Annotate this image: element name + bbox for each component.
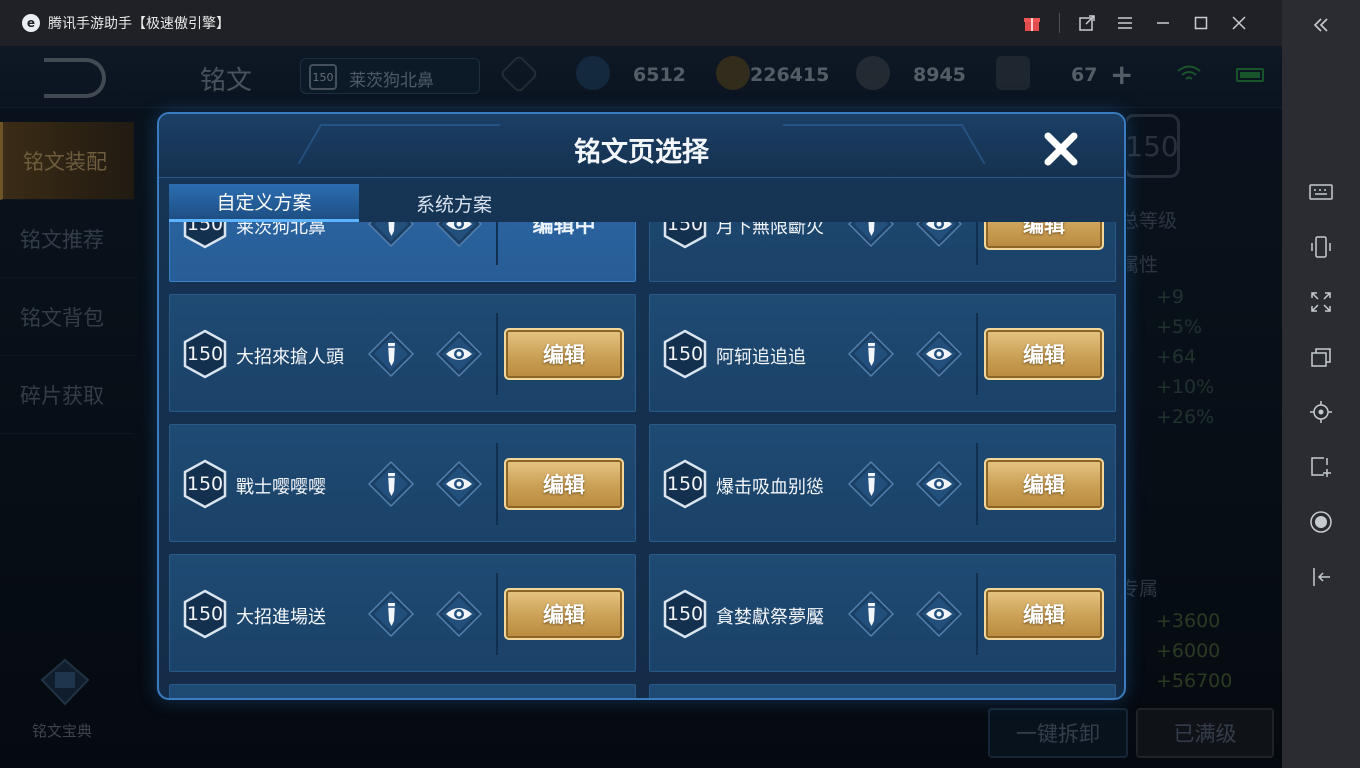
record-icon[interactable]: [1306, 507, 1336, 537]
edit-button[interactable]: 编辑: [984, 222, 1104, 250]
rune-page-card[interactable]: 150 貪婪獻祭夢魘 编辑: [649, 554, 1116, 672]
maximize-icon[interactable]: [1182, 0, 1220, 46]
rune-page-list[interactable]: 150 莱茨狗北鼻 编辑中 150 月下無限斷火 编辑 150 大招來搶人頭 编…: [169, 222, 1119, 698]
tab-custom[interactable]: 自定义方案: [169, 184, 359, 222]
preview-eye-icon[interactable]: [914, 329, 964, 379]
edit-button[interactable]: 编辑: [504, 588, 624, 640]
modal-title: 铭文页选择: [574, 137, 709, 168]
card-divider: [496, 443, 498, 525]
rename-pencil-icon[interactable]: [366, 459, 416, 509]
preview-eye-icon[interactable]: [434, 459, 484, 509]
preview-eye-icon[interactable]: [434, 222, 484, 249]
editing-status-label[interactable]: 编辑中: [504, 222, 624, 250]
page-name: 爆击吸血别慫: [716, 477, 824, 498]
page-name: 戰士嘤嘤嘤: [236, 477, 326, 498]
rename-pencil-icon[interactable]: [366, 222, 416, 249]
page-level: 150: [186, 343, 224, 365]
card-divider: [976, 313, 978, 395]
menu-icon[interactable]: [1106, 0, 1144, 46]
edit-button[interactable]: 编辑: [984, 328, 1104, 380]
tab-system[interactable]: 系统方案: [359, 184, 549, 222]
card-divider: [496, 573, 498, 655]
rename-pencil-icon[interactable]: [846, 589, 896, 639]
modal-header: 铭文页选择: [159, 114, 1124, 178]
rune-page-card[interactable]: 150 戰士嘤嘤嘤 编辑: [169, 424, 636, 542]
rename-pencil-icon[interactable]: [366, 589, 416, 639]
page-level: 150: [666, 603, 704, 625]
edit-button[interactable]: 编辑: [504, 458, 624, 510]
titlebar-separator: [1059, 13, 1060, 33]
page-name: 貪婪獻祭夢魘: [716, 607, 824, 628]
rune-page-card[interactable]: 150 阿轲追追追 编辑: [649, 294, 1116, 412]
page-level: 150: [666, 473, 704, 495]
rename-pencil-icon[interactable]: [846, 329, 896, 379]
rune-page-card[interactable]: 150 大招來搶人頭 编辑: [169, 294, 636, 412]
preview-eye-icon[interactable]: [914, 589, 964, 639]
preview-eye-icon[interactable]: [914, 459, 964, 509]
rename-pencil-icon[interactable]: [366, 329, 416, 379]
gift-icon[interactable]: [1013, 0, 1051, 46]
edit-button[interactable]: 编辑: [504, 328, 624, 380]
page-level: 150: [186, 603, 224, 625]
app-logo-icon: e: [22, 14, 40, 32]
page-level: 150: [666, 222, 704, 235]
minimize-icon[interactable]: [1144, 0, 1182, 46]
rune-page-card[interactable]: 150 月下無限斷火 编辑: [649, 222, 1116, 282]
emulator-titlebar: e 腾讯手游助手【极速傲引擎】: [0, 0, 1282, 46]
card-divider: [976, 573, 978, 655]
page-name: 阿轲追追追: [716, 347, 806, 368]
rename-pencil-icon[interactable]: [846, 222, 896, 249]
collapse-sidebar-icon[interactable]: [1306, 10, 1336, 40]
page-name: 大招進場送: [236, 607, 326, 628]
page-level: 150: [666, 343, 704, 365]
exit-icon[interactable]: [1306, 562, 1336, 592]
preview-eye-icon[interactable]: [914, 222, 964, 249]
card-divider: [496, 313, 498, 395]
locate-icon[interactable]: [1306, 397, 1336, 427]
modal-tabs: 自定义方案 系统方案: [169, 178, 1109, 222]
fullscreen-icon[interactable]: [1306, 287, 1336, 317]
rune-page-select-modal: 铭文页选择 自定义方案 系统方案 150 莱茨狗北鼻 编辑中 150 月下無限斷…: [157, 112, 1126, 700]
edit-button[interactable]: 编辑: [984, 458, 1104, 510]
page-name: 莱茨狗北鼻: [236, 222, 326, 238]
page-level: 150: [186, 222, 224, 235]
preview-eye-icon[interactable]: [434, 589, 484, 639]
preview-eye-icon[interactable]: [434, 329, 484, 379]
rename-pencil-icon[interactable]: [846, 459, 896, 509]
edit-button[interactable]: 编辑: [984, 588, 1104, 640]
page-name: 大招來搶人頭: [236, 347, 344, 368]
close-icon[interactable]: [1038, 126, 1084, 172]
card-divider: [976, 443, 978, 525]
rune-page-card[interactable]: 150 大招進場送 编辑: [169, 554, 636, 672]
multi-window-icon[interactable]: [1306, 342, 1336, 372]
window-title: 腾讯手游助手【极速傲引擎】: [48, 16, 230, 32]
close-window-icon[interactable]: [1220, 0, 1258, 46]
rune-page-card[interactable]: 150 爆击吸血别慫 编辑: [649, 424, 1116, 542]
shake-phone-icon[interactable]: [1306, 232, 1336, 262]
page-level: 150: [186, 473, 224, 495]
card-divider: [976, 222, 978, 265]
rune-page-card-partial[interactable]: [169, 684, 636, 698]
emulator-sidebar: [1282, 0, 1360, 768]
popout-icon[interactable]: [1068, 0, 1106, 46]
rune-page-card[interactable]: 150 莱茨狗北鼻 编辑中: [169, 222, 636, 282]
rune-page-card-partial[interactable]: [649, 684, 1116, 698]
window-controls: [1013, 0, 1258, 46]
page-name: 月下無限斷火: [716, 222, 824, 238]
keyboard-icon[interactable]: [1306, 177, 1336, 207]
card-divider: [496, 222, 498, 265]
screenshot-icon[interactable]: [1306, 452, 1336, 482]
